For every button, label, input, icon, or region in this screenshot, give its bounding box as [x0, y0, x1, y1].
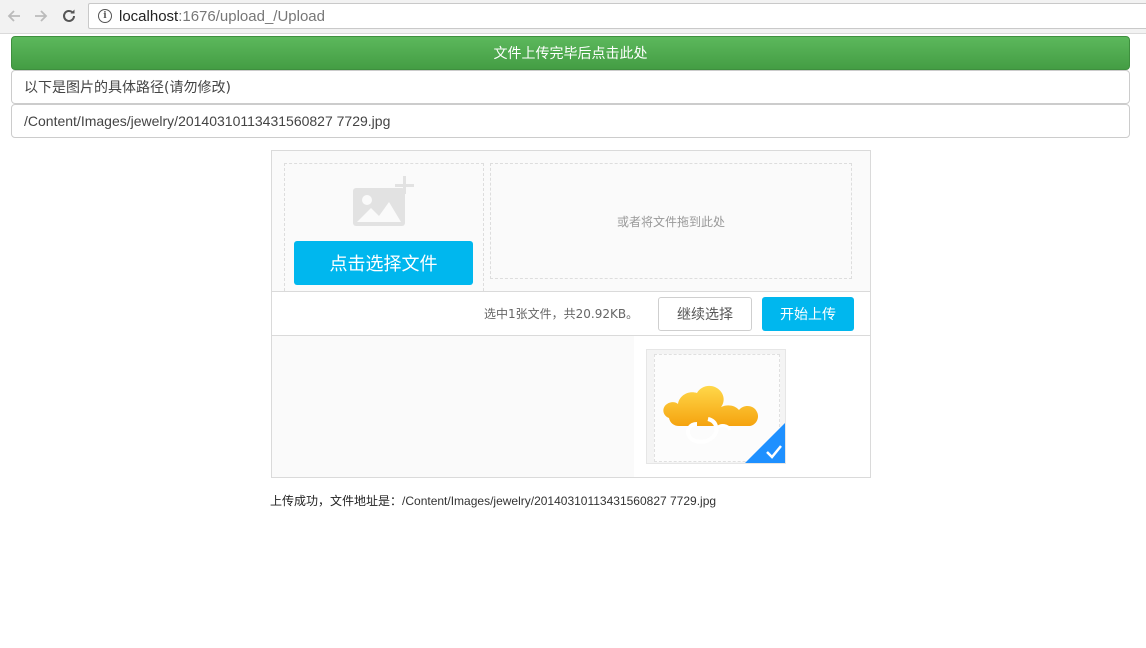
choose-file-button[interactable]: 点击选择文件 — [294, 241, 473, 285]
upload-complete-button[interactable]: 文件上传完毕后点击此处 — [11, 36, 1130, 70]
url-text: localhost:1676/upload_/Upload — [119, 8, 325, 25]
status-bar: 选中1张文件，共20.92KB。 继续选择 开始上传 — [272, 291, 870, 336]
url-host: localhost — [119, 7, 179, 25]
result-prefix: 上传成功，文件地址是： — [270, 494, 403, 508]
info-icon[interactable]: i — [98, 9, 112, 23]
reload-icon[interactable] — [59, 6, 79, 26]
browser-toolbar: i localhost:1676/upload_/Upload — [0, 0, 1146, 34]
file-queue — [634, 336, 870, 477]
arrow-right-icon[interactable] — [31, 6, 51, 26]
file-thumbnail[interactable] — [646, 349, 786, 464]
result-path: /Content/Images/jewelry/2014031011343156… — [402, 494, 717, 508]
drop-hint: 或者将文件拖到此处 — [616, 214, 725, 229]
add-image-icon — [351, 174, 417, 234]
upload-result: 上传成功，文件地址是：/Content/Images/jewelry/20140… — [270, 492, 716, 509]
uploader: 点击选择文件 或者将文件拖到此处 选中1张文件，共20.92KB。 继续选择 开… — [271, 150, 871, 478]
file-picker-zone: 点击选择文件 — [284, 163, 484, 291]
selection-info: 选中1张文件，共20.92KB。 — [484, 307, 639, 321]
path-note-text: 以下是图片的具体路径(请勿修改) — [24, 80, 231, 96]
drop-zone[interactable]: 或者将文件拖到此处 — [490, 163, 852, 279]
path-value: /Content/Images/jewelry/2014031011343156… — [24, 113, 391, 129]
path-input[interactable]: /Content/Images/jewelry/2014031011343156… — [11, 104, 1130, 138]
start-upload-button[interactable]: 开始上传 — [762, 297, 854, 331]
continue-select-button[interactable]: 继续选择 — [658, 297, 752, 331]
url-path: :1676/upload_/Upload — [178, 7, 325, 25]
arrow-left-icon[interactable] — [4, 6, 24, 26]
address-bar[interactable]: i localhost:1676/upload_/Upload — [88, 3, 1146, 29]
checkmark-icon — [745, 423, 785, 463]
path-note-box: 以下是图片的具体路径(请勿修改) — [11, 70, 1130, 104]
